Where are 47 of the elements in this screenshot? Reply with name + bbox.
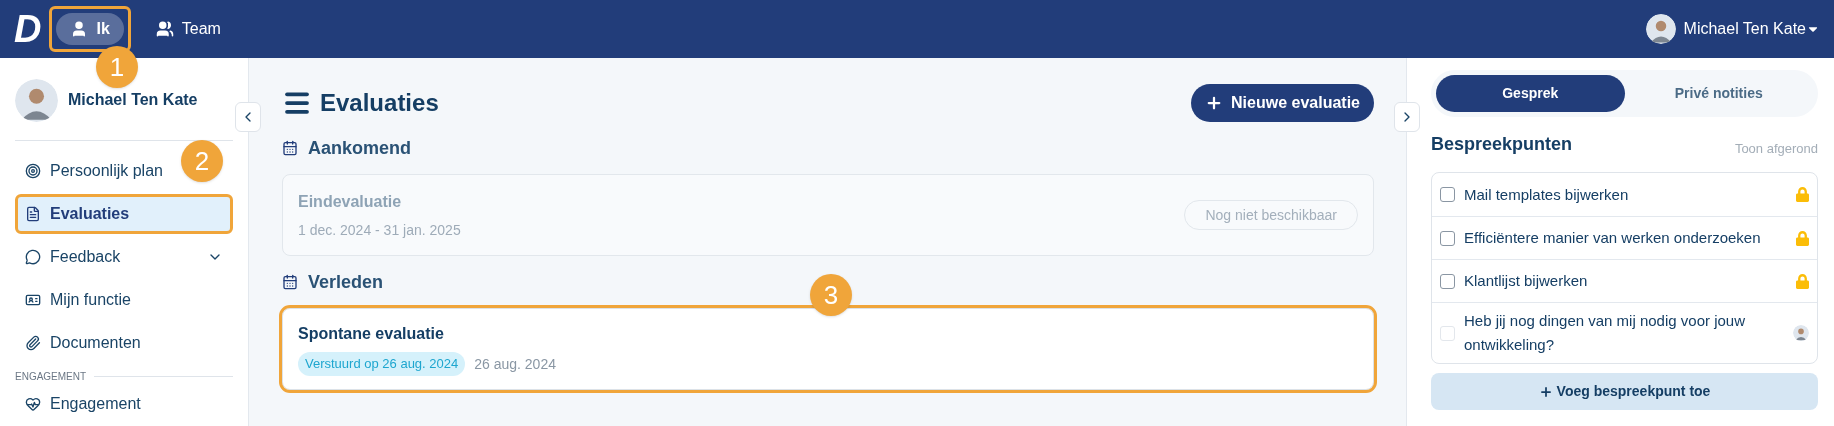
avatar bbox=[15, 78, 58, 122]
checkbox[interactable] bbox=[1440, 230, 1455, 246]
panel-title: Bespreekpunten bbox=[1431, 133, 1573, 156]
date-range: 1 dec. 2024 - 31 jan. 2025 bbox=[298, 220, 461, 240]
add-topic-button[interactable]: Voeg bespreekpunt toe bbox=[1431, 373, 1818, 410]
tab[interactable]: Privé notities bbox=[1624, 75, 1813, 112]
nav-tab[interactable]: Ik bbox=[56, 13, 124, 45]
collapse-button[interactable] bbox=[235, 102, 261, 132]
calendar-icon bbox=[282, 274, 298, 290]
section-title: Aankomend bbox=[308, 136, 412, 160]
evaluation-card[interactable]: Spontane evaluatie Verstuurd op 26 aug. 2024 26 aug. 2024 bbox=[282, 308, 1374, 390]
calendar-icon bbox=[282, 140, 298, 156]
nav-tab[interactable]: Team bbox=[141, 13, 235, 45]
sidebar-item[interactable]: Documenten bbox=[15, 323, 233, 363]
discussion-item: Efficiëntere manier van werken onderzoeken bbox=[1464, 228, 1762, 248]
sidebar-item[interactable]: Engagement bbox=[15, 384, 233, 424]
sidebar-item[interactable]: Mijn functie bbox=[15, 280, 233, 320]
user-menu[interactable]: Michael Ten Kate bbox=[1683, 17, 1820, 41]
sidebar-item[interactable]: Evaluaties bbox=[15, 194, 233, 234]
step-number: 2 bbox=[181, 140, 223, 182]
status-badge: Verstuurd op 26 aug. 2024 bbox=[298, 352, 466, 376]
logo: D bbox=[14, 10, 42, 48]
section-title: Verleden bbox=[308, 270, 384, 294]
date-range: 26 aug. 2024 bbox=[474, 354, 556, 374]
plus-icon bbox=[1538, 384, 1553, 399]
card-title: Spontane evaluatie bbox=[298, 324, 445, 345]
avatar bbox=[1793, 325, 1809, 341]
lock-icon bbox=[1796, 273, 1809, 289]
discussion-item: Mail templates bijwerken bbox=[1464, 184, 1630, 205]
discussion-item: Heb jij nog dingen van mij nodig voor jouw ontwikkeling? bbox=[1464, 311, 1746, 355]
checkbox[interactable] bbox=[1440, 187, 1455, 202]
new-evaluation-button[interactable]: Nieuwe evaluatie bbox=[1191, 84, 1374, 122]
people-icon bbox=[155, 20, 174, 38]
page-title: Evaluaties bbox=[320, 88, 439, 118]
section-label: ENGAGEMENT bbox=[15, 370, 87, 384]
card-title: Eindevaluatie bbox=[298, 191, 403, 212]
discussion-item: Klantlijst bijwerken bbox=[1464, 271, 1589, 291]
lock-icon bbox=[1796, 187, 1809, 202]
lock-icon bbox=[1796, 230, 1809, 246]
checkbox[interactable] bbox=[1440, 273, 1455, 289]
tab[interactable]: Gesprek bbox=[1436, 75, 1625, 112]
sidebar-item[interactable]: Feedback bbox=[15, 237, 233, 277]
step-number: 1 bbox=[96, 46, 138, 88]
user-name: Michael Ten Kate bbox=[68, 90, 198, 110]
avatar bbox=[1645, 14, 1676, 44]
expand-button[interactable] bbox=[1394, 102, 1420, 132]
heart-icon bbox=[25, 396, 41, 412]
